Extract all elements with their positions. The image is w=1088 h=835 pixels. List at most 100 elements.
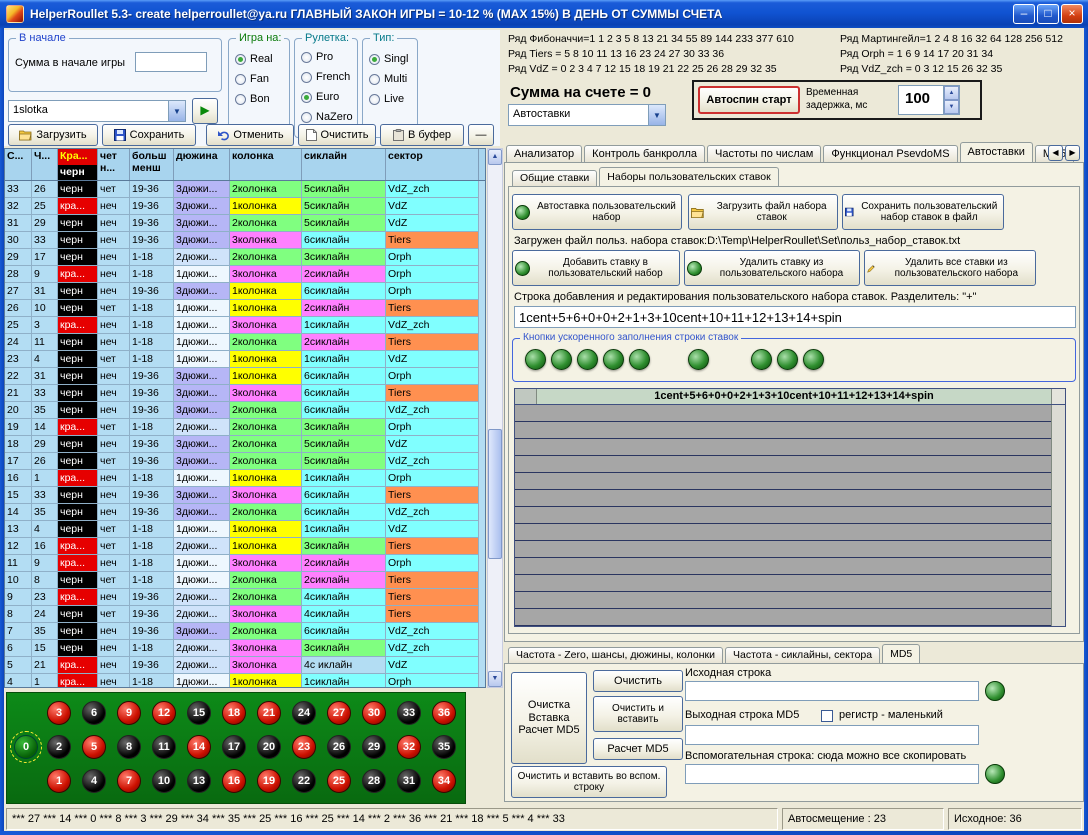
roulette-number-32[interactable]: 32	[397, 735, 421, 759]
chevron-down-icon[interactable]: ▼	[648, 105, 665, 125]
col-header-parity[interactable]: чет н...	[98, 149, 130, 180]
table-row[interactable]: 253кра...неч1-181дюжи...3колонка1сиклайн…	[5, 317, 485, 334]
col-header-column[interactable]: колонка	[230, 149, 302, 180]
radio-option-Pro[interactable]: Pro	[295, 47, 353, 67]
roulette-number-9[interactable]: 9	[117, 701, 141, 725]
tab-0-Общие ставки[interactable]: Общие ставки	[512, 170, 597, 186]
md5-main-button[interactable]: Очистка Вставка Расчет MD5	[511, 672, 587, 764]
md5-calc-button[interactable]: Расчет MD5	[593, 738, 683, 760]
tab-0-Анализатор[interactable]: Анализатор	[506, 145, 582, 162]
list-row[interactable]	[515, 405, 1065, 422]
col-header-color[interactable]: Кра... черн	[58, 149, 98, 180]
roulette-number-14[interactable]: 14	[187, 735, 211, 759]
table-row[interactable]: 2610чернчет1-181дюжи...1колонка2сиклайнT…	[5, 300, 485, 317]
col-header-dozen[interactable]: дюжина	[174, 149, 230, 180]
table-row[interactable]: 735черннеч19-363дюжи...2колонка6сиклайнV…	[5, 623, 485, 640]
coin-button[interactable]	[577, 349, 598, 370]
roulette-number-0[interactable]: 0	[14, 735, 38, 759]
clear-button[interactable]: Очистить	[298, 124, 376, 146]
table-row[interactable]: 3033черннеч19-363дюжи...3колонка6сиклайн…	[5, 232, 485, 249]
coin-button[interactable]	[751, 349, 772, 370]
table-row[interactable]: 2231черннеч19-363дюжи...1колонка6сиклайн…	[5, 368, 485, 385]
md5-clear-button[interactable]: Очистить	[593, 670, 683, 692]
radio-option-Fan[interactable]: Fan	[229, 69, 273, 89]
slot-combobox[interactable]: 1slotka ▼	[8, 100, 186, 122]
coin-button[interactable]	[525, 349, 546, 370]
table-row[interactable]: 234чернчет1-181дюжи...1колонка1сиклайнVd…	[5, 351, 485, 368]
roulette-number-15[interactable]: 15	[187, 701, 211, 725]
col-header-sector[interactable]: сектор	[386, 149, 479, 180]
table-row[interactable]: 119кра...неч1-181дюжи...3колонка2сиклайн…	[5, 555, 485, 572]
roulette-number-2[interactable]: 2	[47, 735, 71, 759]
roulette-number-7[interactable]: 7	[117, 769, 141, 793]
roulette-number-25[interactable]: 25	[327, 769, 351, 793]
list-row[interactable]	[515, 490, 1065, 507]
roulette-number-18[interactable]: 18	[222, 701, 246, 725]
tab-2-MD5[interactable]: MD5	[882, 644, 920, 663]
table-row[interactable]: 108чернчет1-181дюжи...2колонка2сиклайнTi…	[5, 572, 485, 589]
list-row[interactable]	[515, 456, 1065, 473]
roulette-number-19[interactable]: 19	[257, 769, 281, 793]
col-header-sixline[interactable]: сиклайн	[302, 149, 386, 180]
aux-chip-button[interactable]	[985, 764, 1005, 784]
md5-output-input[interactable]	[685, 725, 979, 745]
coin-button[interactable]	[688, 349, 709, 370]
radio-option-Singl[interactable]: Singl	[363, 49, 408, 69]
tab-3-Функционал PsevdoMS[interactable]: Функционал PsevdoMS	[823, 145, 957, 162]
roulette-number-17[interactable]: 17	[222, 735, 246, 759]
tab-4-Автоставки[interactable]: Автоставки	[960, 142, 1033, 162]
col-header-spin[interactable]: С...	[5, 149, 32, 180]
col-header-range[interactable]: больш менш	[130, 149, 174, 180]
coin-button[interactable]	[777, 349, 798, 370]
list-row[interactable]	[515, 507, 1065, 524]
radio-option-Multi[interactable]: Multi	[363, 69, 408, 89]
md5-source-chip-button[interactable]	[985, 681, 1005, 701]
roulette-number-29[interactable]: 29	[362, 735, 386, 759]
table-row[interactable]: 1435черннеч19-363дюжи...2колонка6сиклайн…	[5, 504, 485, 521]
collapse-button[interactable]: —	[468, 124, 494, 146]
tab-1-Частота - сиклайны, сектора[interactable]: Частота - сиклайны, сектора	[725, 647, 880, 663]
list-row[interactable]	[515, 592, 1065, 609]
close-button[interactable]: ×	[1061, 4, 1083, 24]
roulette-number-30[interactable]: 30	[362, 701, 386, 725]
minimize-button[interactable]: –	[1013, 4, 1035, 24]
add-bet-button[interactable]: Добавить ставку в пользовательский набор	[512, 250, 680, 286]
clear-paste-aux-button[interactable]: Очистить и вставить во вспом. строку	[511, 766, 667, 798]
md5-source-input[interactable]	[685, 681, 979, 701]
coin-button[interactable]	[629, 349, 650, 370]
radio-option-Bon[interactable]: Bon	[229, 89, 273, 109]
roulette-number-27[interactable]: 27	[327, 701, 351, 725]
tab-1-Наборы пользовательских ставок[interactable]: Наборы пользовательских ставок	[599, 167, 778, 186]
coin-button[interactable]	[603, 349, 624, 370]
bets-list-scroll-track[interactable]	[1051, 405, 1065, 626]
roulette-number-26[interactable]: 26	[327, 735, 351, 759]
save-bet-file-button[interactable]: Сохранить пользовательский набор ставок …	[842, 194, 1004, 230]
roulette-number-11[interactable]: 11	[152, 735, 176, 759]
table-row[interactable]: 1726чернчет19-363дюжи...2колонка5сиклайн…	[5, 453, 485, 470]
load-bet-file-button[interactable]: Загрузить файл набора ставок	[688, 194, 838, 230]
roulette-number-22[interactable]: 22	[292, 769, 316, 793]
tab-0-Частота - Zero, шансы, дюжины, колонки[interactable]: Частота - Zero, шансы, дюжины, колонки	[508, 647, 723, 663]
list-row[interactable]	[515, 558, 1065, 575]
roulette-number-6[interactable]: 6	[82, 701, 106, 725]
table-row[interactable]: 3225кра...неч19-363дюжи...1колонка5сикла…	[5, 198, 485, 215]
table-row[interactable]: 3326чернчет19-363дюжи...2колонка5сиклайн…	[5, 181, 485, 198]
roulette-number-13[interactable]: 13	[187, 769, 211, 793]
bet-string-input[interactable]	[514, 306, 1076, 328]
list-row[interactable]	[515, 541, 1065, 558]
roulette-number-8[interactable]: 8	[117, 735, 141, 759]
scrollbar-thumb[interactable]	[488, 429, 502, 559]
radio-option-Real[interactable]: Real	[229, 49, 273, 69]
load-button[interactable]: Загрузить	[8, 124, 98, 146]
tabs-scroll-right-icon[interactable]: ▶	[1065, 145, 1080, 161]
roulette-number-12[interactable]: 12	[152, 701, 176, 725]
play-button[interactable]: ▶	[192, 98, 218, 124]
table-row[interactable]: 2411черннеч1-181дюжи...2колонка2сиклайнT…	[5, 334, 485, 351]
roulette-number-20[interactable]: 20	[257, 735, 281, 759]
roulette-number-35[interactable]: 35	[432, 735, 456, 759]
tab-2-Частоты по числам[interactable]: Частоты по числам	[707, 145, 821, 162]
roulette-number-4[interactable]: 4	[82, 769, 106, 793]
spinner-up-icon[interactable]: ▲	[944, 86, 959, 100]
radio-option-Live[interactable]: Live	[363, 89, 408, 109]
table-scrollbar[interactable]: ▲ ▼	[487, 148, 503, 688]
